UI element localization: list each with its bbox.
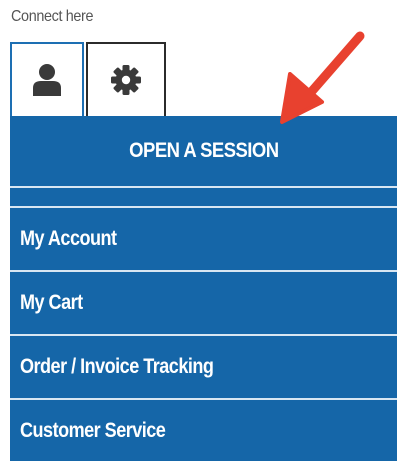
open-session-label: OPEN A SESSION xyxy=(128,139,279,162)
menu-item-my-account[interactable]: My Account xyxy=(10,208,397,270)
menu-item-order-invoice-tracking[interactable]: Order / Invoice Tracking xyxy=(10,336,397,398)
gear-icon xyxy=(111,65,141,95)
menu-item-label: My Account xyxy=(20,227,117,250)
menu-item-my-cart[interactable]: My Cart xyxy=(10,272,397,334)
account-menu: OPEN A SESSION My Account My Cart Order … xyxy=(10,116,397,461)
user-icon xyxy=(33,64,61,96)
divider xyxy=(10,186,397,188)
menu-item-label: My Cart xyxy=(20,291,83,314)
connect-here-label: Connect here xyxy=(11,8,94,25)
menu-item-label: Customer Service xyxy=(20,419,166,442)
pointer-arrow-icon xyxy=(280,31,365,124)
menu-item-label: Order / Invoice Tracking xyxy=(20,355,214,378)
tab-account[interactable] xyxy=(10,42,84,116)
tab-settings[interactable] xyxy=(86,42,166,116)
menu-item-customer-service[interactable]: Customer Service xyxy=(10,400,397,462)
